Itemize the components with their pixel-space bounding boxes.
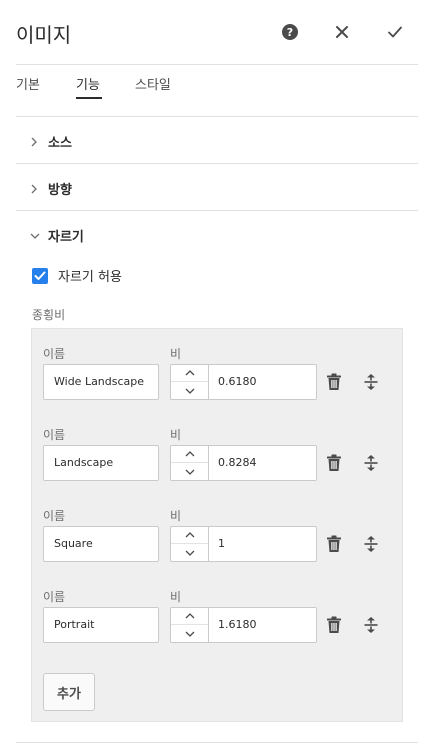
tab-basic[interactable]: 기본	[16, 74, 40, 93]
allow-crop-label: 자르기 허용	[58, 270, 122, 285]
aspect-ratio-item: 이름 비 Square 1	[32, 507, 404, 588]
name-input[interactable]: Portrait	[43, 607, 159, 643]
decrement-button[interactable]	[171, 625, 208, 642]
ratio-stepper	[170, 526, 208, 562]
tab-list: 기본 기능 스타일	[0, 64, 434, 116]
delete-button[interactable]	[325, 616, 343, 634]
increment-button[interactable]	[171, 365, 208, 382]
ratio-input[interactable]: 1	[208, 526, 317, 562]
reorder-handle[interactable]	[363, 454, 379, 472]
decrement-button[interactable]	[171, 463, 208, 480]
trash-icon	[327, 535, 341, 552]
reorder-handle[interactable]	[363, 616, 379, 634]
decrement-button[interactable]	[171, 382, 208, 399]
chevron-up-icon	[185, 451, 194, 457]
name-label: 이름	[43, 509, 66, 523]
accordion-source[interactable]: 소스	[30, 132, 72, 151]
divider-orientation	[16, 210, 418, 211]
delete-button[interactable]	[325, 535, 343, 553]
name-input[interactable]: Wide Landscape	[43, 364, 159, 400]
add-button[interactable]: 추가	[43, 673, 95, 711]
ratio-label: 비	[170, 347, 182, 361]
chevron-down-icon	[185, 388, 194, 394]
decrement-button[interactable]	[171, 544, 208, 561]
chevron-down-icon	[185, 631, 194, 637]
ratio-input[interactable]: 0.8284	[208, 445, 317, 481]
close-icon	[336, 26, 348, 38]
ratio-stepper	[170, 445, 208, 481]
move-up-down-icon	[364, 455, 378, 471]
ratio-label: 비	[170, 590, 182, 604]
trash-icon	[327, 616, 341, 633]
tabs-divider	[16, 116, 418, 117]
help-button[interactable]: ?	[278, 20, 302, 44]
close-button[interactable]	[330, 20, 354, 44]
dialog-header: 이미지 ?	[0, 0, 434, 64]
checkmark-icon	[388, 26, 402, 38]
active-tab-indicator	[76, 97, 102, 99]
aspect-ratio-item: 이름 비 Wide Landscape 0.6180	[32, 345, 404, 426]
reorder-handle[interactable]	[363, 535, 379, 553]
accordion-crop-label: 자르기	[48, 230, 84, 245]
done-button[interactable]	[383, 20, 407, 44]
ratio-input[interactable]: 0.6180	[208, 364, 317, 400]
tab-style[interactable]: 스타일	[135, 74, 171, 93]
delete-button[interactable]	[325, 454, 343, 472]
chevron-down-icon	[185, 469, 194, 475]
chevron-up-icon	[185, 370, 194, 376]
accordion-crop[interactable]: 자르기	[30, 226, 84, 245]
allow-crop-checkbox[interactable]: 자르기 허용	[32, 266, 122, 285]
trash-icon	[327, 373, 341, 390]
dialog-title: 이미지	[16, 23, 72, 47]
name-label: 이름	[43, 347, 66, 361]
delete-button[interactable]	[325, 373, 343, 391]
divider-source	[16, 163, 418, 164]
accordion-source-label: 소스	[48, 136, 72, 151]
name-label: 이름	[43, 590, 66, 604]
chevron-up-icon	[185, 613, 194, 619]
chevron-right-icon	[30, 137, 42, 147]
reorder-handle[interactable]	[363, 373, 379, 391]
aspect-ratio-item: 이름 비 Portrait 1.6180	[32, 588, 404, 669]
aspect-ratio-multifield: 이름 비 Wide Landscape 0.6180 이름 비 Landscap…	[31, 328, 403, 722]
question-circle-icon: ?	[282, 24, 298, 40]
accordion-orientation-label: 방향	[48, 183, 72, 198]
ratio-input[interactable]: 1.6180	[208, 607, 317, 643]
name-input[interactable]: Landscape	[43, 445, 159, 481]
name-input[interactable]: Square	[43, 526, 159, 562]
tab-features[interactable]: 기능	[76, 74, 100, 93]
chevron-up-icon	[185, 532, 194, 538]
bottom-divider	[16, 742, 418, 743]
trash-icon	[327, 454, 341, 471]
name-label: 이름	[43, 428, 66, 442]
ratio-label: 비	[170, 428, 182, 442]
chevron-right-icon	[30, 184, 42, 194]
increment-button[interactable]	[171, 446, 208, 463]
increment-button[interactable]	[171, 608, 208, 625]
ratio-stepper	[170, 607, 208, 643]
ratio-stepper	[170, 364, 208, 400]
aspect-ratios-label: 종횡비	[32, 308, 66, 322]
move-up-down-icon	[364, 617, 378, 633]
move-up-down-icon	[364, 374, 378, 390]
move-up-down-icon	[364, 536, 378, 552]
ratio-label: 비	[170, 509, 182, 523]
chevron-down-icon	[185, 550, 194, 556]
checkbox-checked-icon	[32, 267, 48, 284]
aspect-ratio-item: 이름 비 Landscape 0.8284	[32, 426, 404, 507]
accordion-orientation[interactable]: 방향	[30, 179, 72, 198]
chevron-down-icon	[30, 232, 42, 240]
increment-button[interactable]	[171, 527, 208, 544]
